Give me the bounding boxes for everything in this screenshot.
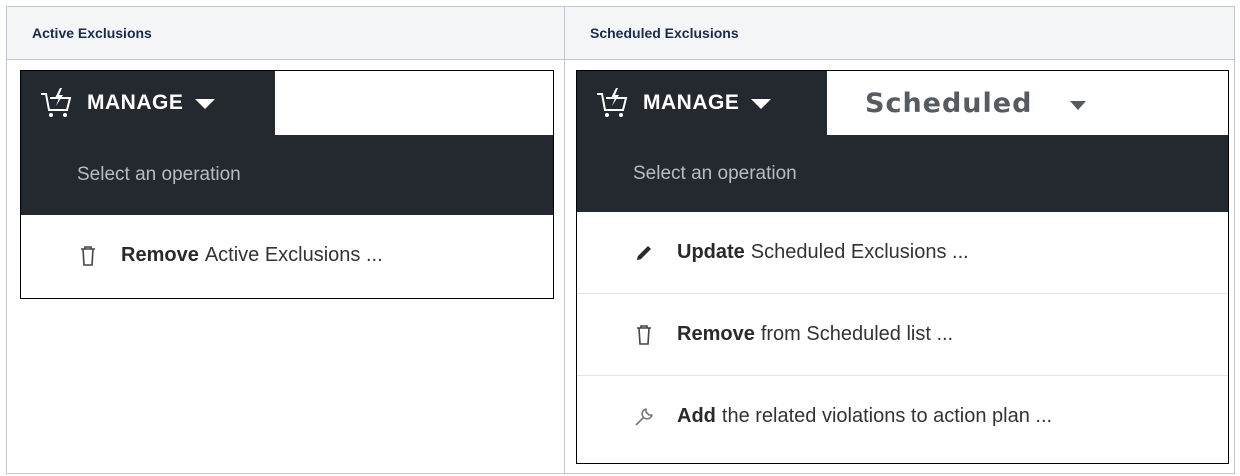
menu-item-add[interactable]: Add the related violations to action pla…: [577, 376, 1228, 457]
chevron-down-icon: [751, 99, 772, 109]
column-header-active: Active Exclusions: [6, 6, 565, 60]
operation-bar: Select an operation: [577, 135, 1228, 212]
menu-item-update[interactable]: Update Scheduled Exclusions ...: [577, 212, 1228, 294]
menu-item-verb: Remove: [677, 323, 755, 345]
cart-lightning-icon: [41, 88, 72, 117]
scheduled-tab[interactable]: Scheduled: [827, 71, 1087, 135]
tab-bar: MANAGE: [21, 71, 553, 135]
chevron-down-icon: [1070, 100, 1087, 110]
trash-icon: [77, 245, 99, 267]
operation-bar: Select an operation: [21, 135, 553, 215]
wrench-icon: [633, 406, 655, 428]
menu-item-verb: Remove: [121, 244, 199, 266]
manage-tab[interactable]: MANAGE: [21, 71, 275, 135]
manage-tab[interactable]: MANAGE: [577, 71, 827, 135]
menu-item-text: from Scheduled list ...: [760, 323, 954, 345]
pencil-icon: [633, 242, 655, 264]
scheduled-tab-label: Scheduled: [865, 87, 1033, 119]
menu-item-remove[interactable]: Remove Active Exclusions ...: [21, 215, 553, 296]
trash-icon: [633, 324, 655, 346]
operation-prompt: Select an operation: [633, 162, 797, 184]
tab-bar: MANAGE Scheduled: [577, 71, 1228, 135]
active-exclusions-panel: MANAGE Select an operation Remove Active…: [20, 70, 554, 299]
chevron-down-icon: [195, 99, 216, 109]
menu-item-remove[interactable]: Remove from Scheduled list ...: [577, 294, 1228, 376]
cart-lightning-icon: [597, 88, 628, 117]
manage-label: MANAGE: [87, 91, 184, 114]
menu-item-text: Scheduled Exclusions ...: [750, 241, 969, 263]
operation-prompt: Select an operation: [77, 164, 241, 185]
menu-item-verb: Add: [677, 405, 716, 427]
menu-item-text: Active Exclusions ...: [204, 244, 383, 266]
manage-label: MANAGE: [643, 91, 740, 114]
menu-item-verb: Update: [677, 241, 745, 263]
scheduled-exclusions-panel: MANAGE Scheduled Select an operation Upd…: [576, 70, 1229, 464]
menu-item-text: the related violations to action plan ..…: [721, 405, 1053, 427]
column-header-scheduled: Scheduled Exclusions: [564, 6, 1235, 60]
